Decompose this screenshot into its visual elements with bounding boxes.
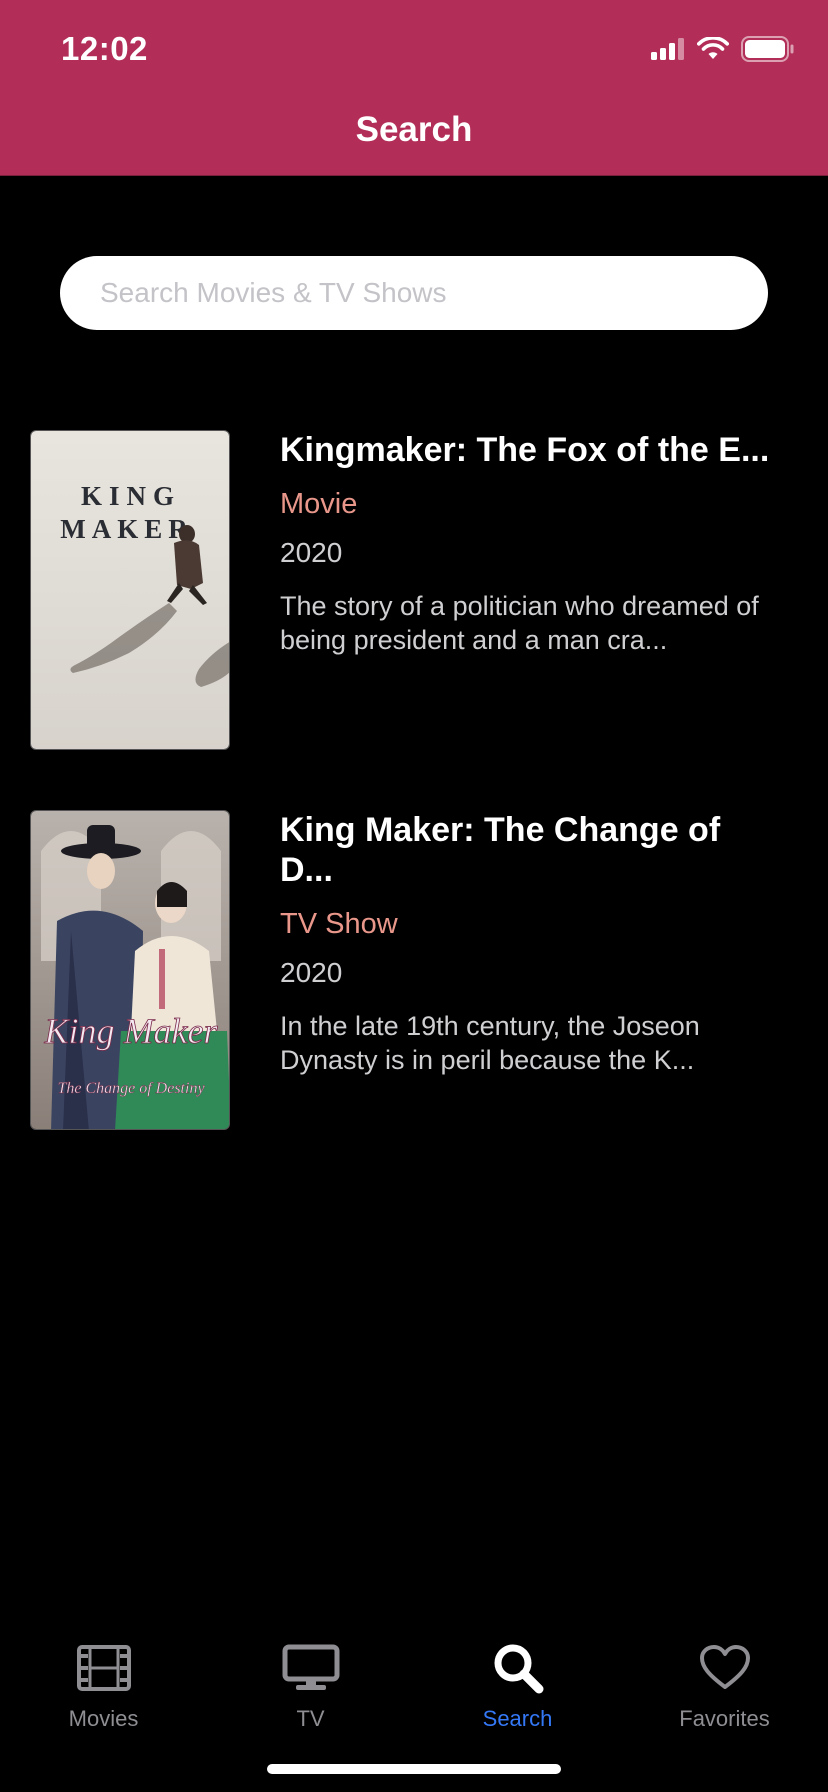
tab-label: Movies: [68, 1706, 139, 1731]
tab-favorites[interactable]: Favorites: [621, 1640, 828, 1750]
search-icon: [492, 1640, 544, 1696]
cellular-signal-icon: [651, 38, 684, 60]
home-indicator[interactable]: [267, 1764, 561, 1774]
result-type: Movie: [280, 488, 358, 520]
tab-label: Favorites: [679, 1706, 770, 1731]
result-info: King Maker: The Change of D... TV Show 2…: [280, 810, 780, 1077]
result-type: TV Show: [280, 908, 398, 940]
film-icon: [76, 1640, 131, 1696]
tab-search[interactable]: Search: [414, 1640, 621, 1750]
battery-icon: [741, 36, 794, 62]
tab-tv[interactable]: TV: [207, 1640, 414, 1750]
result-year: 2020: [280, 537, 343, 568]
tab-movies[interactable]: Movies: [0, 1640, 207, 1750]
search-input[interactable]: [60, 256, 768, 330]
result-year: 2020: [280, 957, 343, 988]
tv-icon: [282, 1640, 340, 1696]
result-description: In the late 19th century, the Joseon Dyn…: [280, 1011, 700, 1075]
tab-label: Search: [482, 1706, 553, 1731]
search-result-row[interactable]: KING MAKER Kingmaker: The Fox of the E..…: [0, 430, 828, 752]
poster-title-line: The Change of Destiny: [57, 1080, 205, 1097]
page-title: Search: [355, 110, 473, 149]
result-title: Kingmaker: The Fox of the E...: [280, 431, 770, 469]
poster-title-line: KING: [81, 481, 181, 511]
wifi-icon: [697, 37, 729, 59]
search-result-row[interactable]: King Maker The Change of Destiny King Ma…: [0, 810, 828, 1132]
status-icons: [651, 36, 795, 62]
result-description: The story of a politician who dreamed of…: [280, 591, 759, 655]
poster-title-line: King Maker: [44, 1011, 219, 1051]
navigation-header: 12:02 Search: [0, 0, 828, 176]
status-time: 12:02: [61, 30, 148, 67]
movie-poster[interactable]: KING MAKER: [30, 430, 230, 750]
search-screen: 12:02 Search Search Movies & TV Shows KI…: [0, 0, 828, 1792]
heart-icon: [699, 1640, 751, 1696]
tv-show-poster[interactable]: King Maker The Change of Destiny: [30, 810, 230, 1130]
result-info: Kingmaker: The Fox of the E... Movie 202…: [280, 430, 780, 657]
poster-title-line: MAKER: [60, 514, 194, 544]
result-title: King Maker: The Change of D...: [280, 811, 721, 889]
tab-label: TV: [296, 1706, 325, 1731]
